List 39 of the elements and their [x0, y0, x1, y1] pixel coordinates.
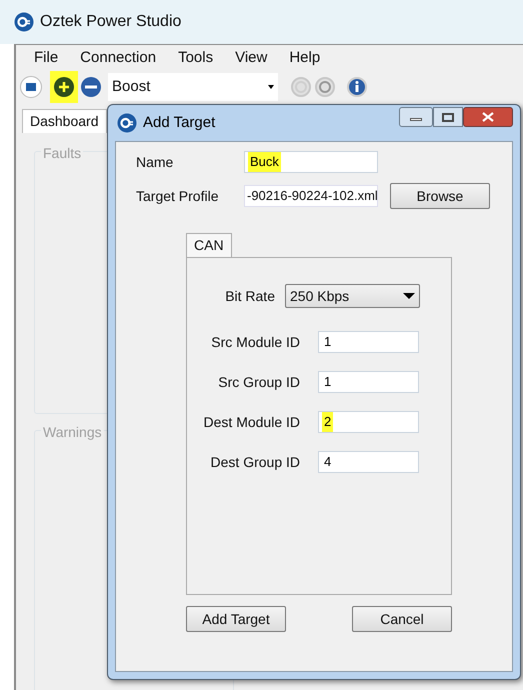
- tab[interactable]: Dashboard: [22, 109, 106, 133]
- menu-item[interactable]: Connection: [80, 46, 156, 70]
- field-value: 2: [322, 412, 334, 432]
- menu-item[interactable]: View: [235, 46, 268, 70]
- menu-item[interactable]: File: [34, 46, 58, 70]
- field-label: Target Profile: [136, 186, 220, 206]
- app-logo-icon: [14, 12, 34, 32]
- remove-icon[interactable]: [80, 76, 102, 98]
- add-button[interactable]: [50, 71, 78, 103]
- menu-item[interactable]: Tools: [178, 46, 214, 70]
- bit-rate-dropdown[interactable]: 250 Kbps: [285, 284, 420, 308]
- dialog-button[interactable]: Cancel: [352, 606, 452, 632]
- caret-icon: [268, 85, 274, 89]
- minimize-button[interactable]: [399, 107, 433, 127]
- field-value: 1: [323, 333, 332, 352]
- maximize-button[interactable]: [433, 107, 463, 127]
- field-label: Name: [136, 152, 174, 172]
- dialog-logo-icon: [117, 113, 137, 133]
- field-label: Src Group ID: [217, 372, 301, 392]
- tab[interactable]: CAN: [186, 233, 232, 257]
- field-label: Dest Module ID: [202, 412, 301, 432]
- window-title: Oztek Power Studio: [40, 12, 182, 32]
- field-value: Buck: [248, 152, 281, 172]
- close-button[interactable]: [463, 107, 513, 127]
- dialog-button[interactable]: Add Target: [186, 606, 286, 632]
- close-icon: [482, 112, 494, 122]
- menu-item[interactable]: Help: [289, 46, 320, 70]
- dialog-title: Add Target: [143, 112, 216, 133]
- field-label: Dest Group ID: [210, 452, 301, 472]
- field-value: 1: [323, 373, 332, 392]
- profile-dropdown[interactable]: Boost: [108, 73, 278, 101]
- field-label: Src Module ID: [210, 332, 301, 352]
- caret-icon: [403, 293, 415, 299]
- browse-button[interactable]: Browse: [390, 183, 490, 209]
- folder-icon[interactable]: [20, 76, 42, 98]
- field-value: 4: [323, 453, 332, 472]
- field-label: Bit Rate: [224, 286, 276, 306]
- profile-field[interactable]: -90216-90224-102.xml: [244, 185, 378, 207]
- info-icon[interactable]: [346, 76, 368, 98]
